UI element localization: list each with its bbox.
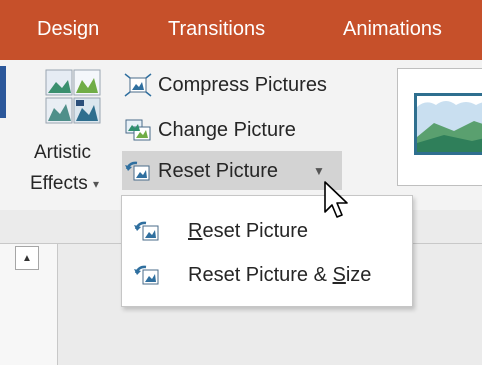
compress-pictures-icon	[124, 73, 152, 97]
ribbon-tab-bar: Design Transitions Animations	[0, 0, 482, 60]
artistic-effects-label-line1: Artistic	[34, 142, 91, 163]
tab-animations[interactable]: Animations	[343, 15, 442, 43]
triangle-up-icon: ▲	[22, 252, 32, 264]
change-picture-button[interactable]: Change Picture	[124, 115, 296, 145]
menu-item-label: Reset Picture & Size	[188, 263, 372, 286]
tab-transitions[interactable]: Transitions	[168, 15, 265, 43]
menu-item-reset-picture-and-size[interactable]: Reset Picture & Size	[122, 255, 412, 295]
reset-picture-icon	[125, 161, 150, 181]
picture-styles-gallery[interactable]	[397, 68, 482, 186]
tab-design[interactable]: Design	[37, 15, 99, 43]
artistic-effects-icon	[45, 69, 101, 124]
reset-picture-size-icon	[134, 265, 159, 285]
menu-item-reset-picture[interactable]: Reset Picture	[122, 211, 412, 251]
previous-group-edge	[0, 66, 6, 118]
menu-item-label: Reset Picture	[188, 219, 309, 242]
chevron-down-icon: ▾	[93, 176, 100, 191]
picture-style-thumbnail-icon	[414, 93, 482, 155]
change-picture-label: Change Picture	[158, 118, 296, 141]
change-picture-icon	[125, 119, 151, 141]
reset-picture-dropdown-menu: Reset Picture Reset Picture & Size	[121, 195, 413, 307]
mouse-pointer-icon	[324, 181, 348, 218]
compress-pictures-label: Compress Pictures	[158, 73, 327, 96]
reset-picture-label: Reset Picture	[158, 159, 279, 182]
reset-picture-icon	[134, 221, 159, 241]
scroll-up-button[interactable]: ▲	[15, 246, 39, 270]
artistic-effects-label-line2: Effects ▾	[30, 173, 100, 194]
reset-picture-button[interactable]: Reset Picture	[124, 156, 278, 186]
compress-pictures-button[interactable]: Compress Pictures	[124, 70, 327, 100]
reset-picture-dropdown-arrow-icon[interactable]: ▼	[313, 164, 325, 178]
